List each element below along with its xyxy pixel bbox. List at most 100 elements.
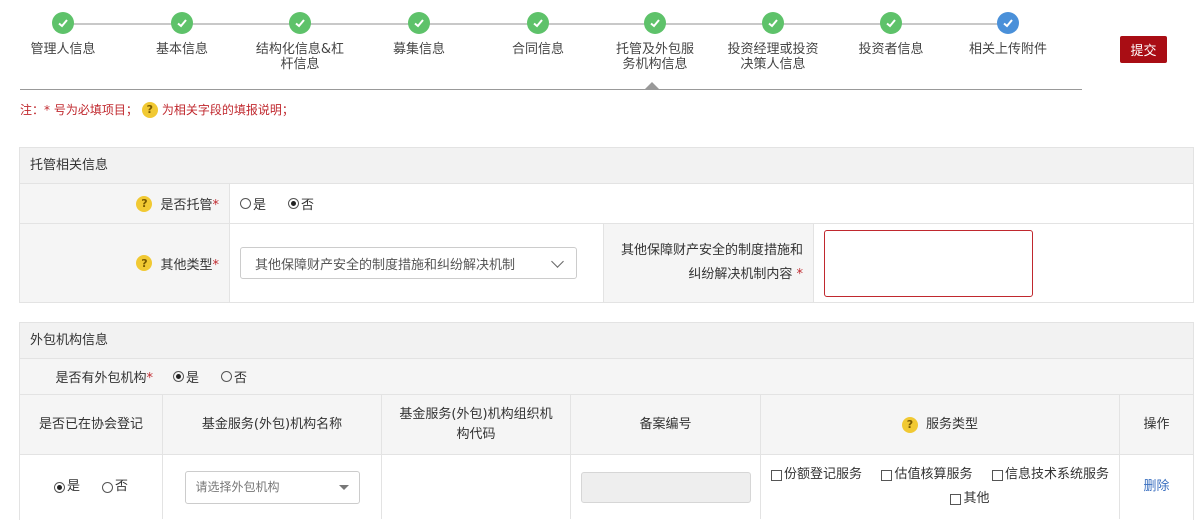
service-it-system-checkbox[interactable]: 信息技术系统服务	[991, 465, 1109, 485]
step-label: 募集信息	[392, 42, 445, 57]
outsourcing-org-select[interactable]: 请选择外包机构	[184, 470, 360, 504]
radio-label: 是	[186, 371, 200, 386]
custody-no-radio[interactable]: 否	[288, 194, 314, 213]
form-note: 注：* 号为必填项目； ? 为相关字段的填报说明；	[20, 101, 294, 118]
is-custody-label: 是否托管	[160, 198, 213, 213]
checkbox-label: 份额登记服务	[784, 467, 863, 482]
org-code-cell	[382, 455, 571, 519]
radio-label: 是	[66, 479, 80, 494]
record-no-input	[580, 471, 751, 503]
required-mark: *	[796, 267, 804, 282]
custody-yes-radio[interactable]: 是	[240, 194, 266, 213]
radio-label: 否	[234, 371, 248, 386]
other-type-row: ? 其他类型* 其他保障财产安全的制度措施和纠纷解决机制 其他保障财产安全的制度…	[20, 224, 1193, 302]
checkbox-icon	[771, 469, 782, 481]
radio-icon	[53, 481, 65, 493]
radio-icon	[288, 198, 300, 209]
step-structured-info[interactable]: 结构化信息&杠杆信息	[245, 10, 355, 72]
content-label-line2: 纠纷解决机制内容	[688, 267, 793, 282]
checkbox-label: 估值核算服务	[894, 467, 973, 482]
table-row: 是 否 请选择外包机构 份额登记服务 估值核算服务 信息技术系统服务 其他 删除	[20, 455, 1193, 519]
delete-link[interactable]: 删除	[1143, 477, 1169, 497]
submit-button[interactable]: 提交	[1120, 36, 1167, 63]
col-registered: 是否已在协会登记	[20, 395, 163, 454]
help-icon[interactable]: ?	[136, 255, 153, 271]
progress-stepper: 管理人信息 基本信息 结构化信息&杠杆信息 募集信息 合同信息 托管及外包服务机…	[0, 10, 1090, 90]
step-raising-info[interactable]: 募集信息	[364, 10, 474, 57]
outsourcing-yes-radio[interactable]: 是	[173, 367, 199, 386]
custody-section: 托管相关信息 ? 是否托管* 是 否 ? 其他类型* 其他保障财产安全的制度措施…	[19, 147, 1194, 303]
step-attachments[interactable]: 相关上传附件	[953, 10, 1063, 57]
checkbox-label: 信息技术系统服务	[1004, 467, 1109, 482]
step-manager-info[interactable]: 管理人信息	[8, 10, 118, 57]
step-label: 合同信息	[511, 42, 564, 57]
has-outsourcing-options: 是 否	[163, 359, 1193, 394]
content-label: 其他保障财产安全的制度措施和 纠纷解决机制内容 *	[604, 224, 814, 302]
note-prefix: 注：* 号为必填项目；	[20, 103, 138, 117]
is-custody-row: ? 是否托管* 是 否	[20, 184, 1193, 224]
required-mark: *	[212, 257, 220, 273]
other-type-select[interactable]: 其他保障财产安全的制度措施和纠纷解决机制	[240, 247, 577, 279]
service-valuation-checkbox[interactable]: 估值核算服务	[881, 465, 973, 485]
is-custody-options: 是 否	[230, 184, 336, 223]
field-label: 是否有外包机构*	[20, 359, 163, 394]
checkbox-label: 其他	[963, 491, 990, 506]
check-icon	[527, 12, 549, 34]
select-placeholder: 请选择外包机构	[195, 480, 280, 494]
service-row-1: 份额登记服务 估值核算服务 信息技术系统服务	[771, 465, 1109, 485]
step-investor-info[interactable]: 投资者信息	[836, 10, 946, 57]
step-basic-info[interactable]: 基本信息	[127, 10, 237, 57]
service-row-2: 其他	[771, 489, 1109, 509]
step-contract-info[interactable]: 合同信息	[483, 10, 593, 57]
step-label: 投资经理或投资决策人信息	[727, 42, 819, 72]
radio-label: 否	[301, 198, 315, 213]
select-value: 其他保障财产安全的制度措施和纠纷解决机制	[255, 257, 516, 273]
step-custody-outsourcing[interactable]: 托管及外包服务机构信息	[600, 10, 710, 72]
checkbox-icon	[881, 469, 893, 481]
col-name: 基金服务(外包)机构名称	[163, 395, 382, 454]
has-outsourcing-label: 是否有外包机构	[55, 371, 147, 386]
caret-down-icon	[338, 484, 349, 490]
check-icon	[289, 12, 311, 34]
stepper-divider	[20, 89, 1082, 90]
col-service-type: ? 服务类型	[761, 395, 1120, 454]
help-icon[interactable]: ?	[136, 195, 153, 212]
service-share-registration-checkbox[interactable]: 份额登记服务	[771, 465, 862, 485]
outsourcing-section: 外包机构信息 是否有外包机构* 是 否 是否已在协会登记 基金服务(外包)机构名…	[19, 322, 1194, 520]
check-icon	[52, 12, 74, 34]
section-title: 外包机构信息	[20, 323, 1193, 359]
action-cell: 删除	[1120, 455, 1193, 519]
check-icon	[408, 12, 430, 34]
step-label: 管理人信息	[30, 42, 96, 57]
has-outsourcing-row: 是否有外包机构* 是 否	[20, 359, 1193, 395]
col-action: 操作	[1143, 416, 1170, 432]
content-textarea[interactable]	[824, 229, 1033, 297]
outsourcing-no-radio[interactable]: 否	[221, 367, 247, 386]
radio-icon	[173, 371, 184, 382]
other-type-label: 其他类型	[160, 257, 213, 273]
service-other-checkbox[interactable]: 其他	[950, 489, 990, 509]
section-title: 托管相关信息	[20, 148, 1193, 184]
check-icon	[171, 12, 193, 34]
service-type-cell: 份额登记服务 估值核算服务 信息技术系统服务 其他	[761, 455, 1120, 519]
col-org-code: 基金服务(外包)机构组织机构代码	[382, 395, 571, 454]
help-icon[interactable]: ?	[901, 416, 918, 433]
chevron-down-icon	[551, 254, 564, 268]
checkbox-icon	[991, 469, 1003, 481]
check-icon	[762, 12, 784, 34]
step-label: 相关上传附件	[968, 42, 1047, 57]
registered-yes-radio[interactable]: 是	[53, 477, 80, 497]
checkbox-icon	[950, 493, 962, 505]
radio-label: 是	[253, 198, 267, 213]
outsourcing-table-header: 是否已在协会登记 基金服务(外包)机构名称 基金服务(外包)机构组织机构代码 备…	[20, 395, 1193, 455]
note-suffix: 为相关字段的填报说明；	[161, 103, 294, 117]
required-mark: *	[212, 198, 220, 213]
registered-no-radio[interactable]: 否	[102, 477, 128, 497]
required-mark: *	[146, 371, 154, 386]
content-label-line1: 其他保障财产安全的制度措施和	[620, 243, 803, 258]
registered-cell: 是 否	[20, 455, 163, 519]
step-label: 结构化信息&杠杆信息	[255, 42, 345, 72]
step-label: 投资者信息	[858, 42, 924, 57]
col-record-no: 备案编号	[571, 395, 761, 454]
step-investment-manager[interactable]: 投资经理或投资决策人信息	[718, 10, 828, 72]
